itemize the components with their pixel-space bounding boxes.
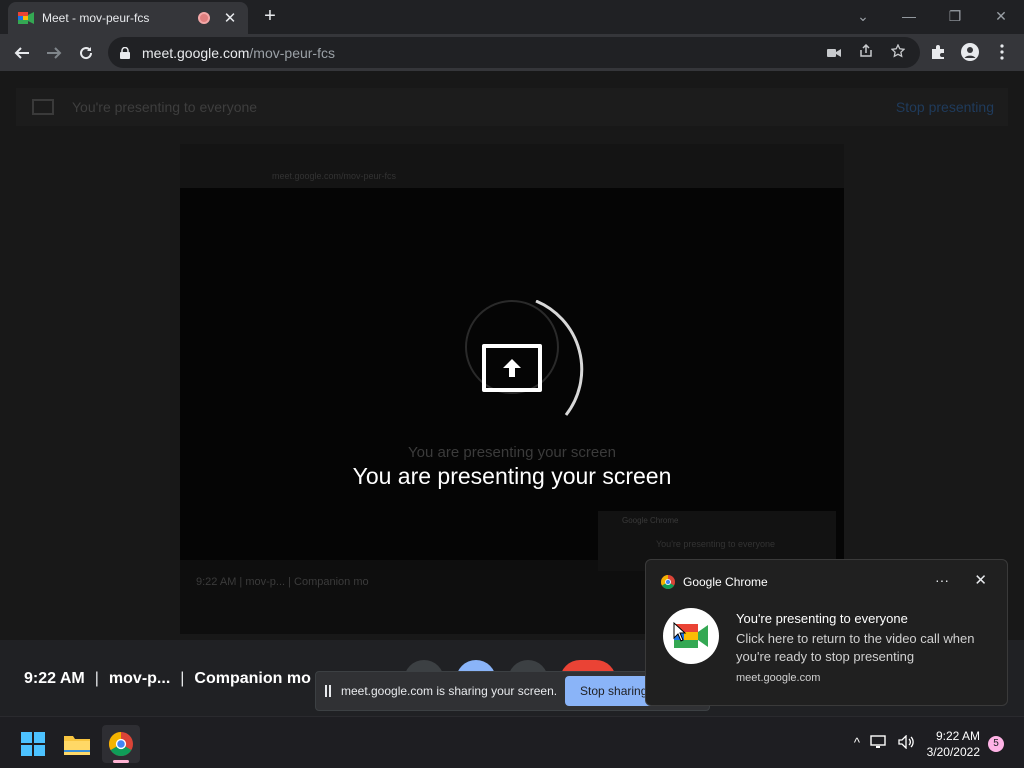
- share-icon[interactable]: [850, 43, 882, 61]
- file-explorer-button[interactable]: [58, 725, 96, 763]
- pause-icon: [325, 685, 333, 697]
- meeting-mode: Companion mo: [194, 670, 311, 687]
- presenting-message: You are presenting your screen: [352, 463, 672, 489]
- notification-source: meet.google.com: [736, 672, 821, 684]
- browser-toolbar: meet.google.com/mov-peur-fcs: [0, 34, 1024, 71]
- reload-button[interactable]: [70, 37, 102, 69]
- minimize-button[interactable]: —: [886, 0, 932, 32]
- meeting-time: 9:22 AM: [24, 670, 85, 687]
- preview-url: meet.google.com/mov-peur-fcs: [272, 171, 397, 181]
- notification-body: Click here to return to the video call w…: [736, 631, 975, 664]
- new-tab-button[interactable]: +: [258, 5, 282, 29]
- back-button[interactable]: [6, 37, 38, 69]
- preview-notification-body: You're presenting to everyone: [656, 539, 775, 549]
- notification-app-name: Google Chrome: [683, 575, 768, 589]
- preview-meet-info: 9:22 AM | mov-p... | Companion mo: [196, 576, 369, 588]
- windows-logo-icon: [21, 732, 45, 756]
- bookmark-star-icon[interactable]: [882, 43, 914, 61]
- forward-button[interactable]: [38, 37, 70, 69]
- tab-strip: Meet - mov-peur-fcs ✕ + ⌄ — ❐ ✕: [0, 0, 1024, 34]
- chrome-notification[interactable]: Google Chrome ··· ✕ You're presenting to…: [645, 559, 1008, 706]
- notification-more-button[interactable]: ···: [935, 572, 949, 588]
- stop-presenting-button[interactable]: Stop presenting: [896, 99, 994, 115]
- volume-icon[interactable]: [898, 734, 916, 752]
- tab-close-button[interactable]: ✕: [222, 9, 238, 27]
- address-bar[interactable]: meet.google.com/mov-peur-fcs: [108, 37, 920, 68]
- mouse-cursor-icon: [673, 622, 687, 642]
- notification-close-button[interactable]: ✕: [974, 571, 987, 589]
- window-controls: ⌄ — ❐ ✕: [840, 0, 1024, 32]
- presenting-banner: You're presenting to everyone Stop prese…: [16, 88, 1008, 126]
- tray-overflow-chevron-icon[interactable]: ^: [854, 735, 860, 752]
- clock-date: 3/20/2022: [926, 745, 980, 759]
- url-text: meet.google.com/mov-peur-fcs: [142, 44, 335, 61]
- close-window-button[interactable]: ✕: [978, 0, 1024, 32]
- lock-icon: [120, 46, 130, 59]
- windows-taskbar: ^ 9:22 AM 3/20/2022 5: [0, 716, 1024, 768]
- chrome-taskbar-button[interactable]: [102, 725, 140, 763]
- notification-title: You're presenting to everyone: [736, 611, 908, 626]
- sharing-status-text: meet.google.com is sharing your screen.: [341, 684, 558, 698]
- tab-search-button[interactable]: ⌄: [840, 0, 886, 32]
- chrome-icon: [109, 732, 133, 756]
- notification-header: Google Chrome: [661, 575, 768, 589]
- system-clock[interactable]: 9:22 AM 3/20/2022: [927, 728, 980, 760]
- presenting-echo-text: You are presenting your screen: [408, 444, 616, 461]
- meet-page: You're presenting to everyone Stop prese…: [0, 71, 1024, 640]
- start-button[interactable]: [14, 725, 52, 763]
- profile-avatar-icon[interactable]: [954, 36, 986, 68]
- meeting-code: mov-p...: [108, 670, 171, 687]
- notification-count-badge[interactable]: 5: [988, 736, 1004, 752]
- meet-logo-icon: [663, 608, 719, 664]
- chrome-logo-icon: [661, 575, 675, 589]
- arrow-left-icon: [14, 46, 29, 59]
- clock-time: 9:22 AM: [935, 729, 980, 743]
- present-screen-icon: [32, 99, 54, 115]
- arrow-right-icon: [47, 46, 62, 59]
- tab-title: Meet - mov-peur-fcs: [42, 11, 150, 25]
- active-app-indicator: [113, 760, 129, 763]
- preview-notification-title: Google Chrome: [622, 516, 679, 525]
- extensions-icon[interactable]: [922, 36, 954, 68]
- tab-meet[interactable]: Meet - mov-peur-fcs ✕: [8, 2, 248, 34]
- meeting-details: 9:22 AM | mov-p... | Companion mo: [24, 670, 311, 687]
- recording-indicator-icon: [198, 12, 210, 24]
- maximize-button[interactable]: ❐: [932, 0, 978, 32]
- preview-browser-chrome: meet.google.com/mov-peur-fcs: [180, 144, 844, 188]
- network-icon[interactable]: [870, 735, 888, 752]
- reload-icon: [80, 46, 93, 59]
- presenting-banner-text: You're presenting to everyone: [72, 99, 258, 115]
- camera-icon[interactable]: [818, 45, 850, 61]
- system-tray: ^: [854, 734, 916, 752]
- menu-kebab-icon[interactable]: [986, 36, 1018, 68]
- meet-favicon-icon: [18, 12, 34, 24]
- present-to-all-icon: [482, 344, 542, 392]
- folder-icon: [64, 736, 90, 755]
